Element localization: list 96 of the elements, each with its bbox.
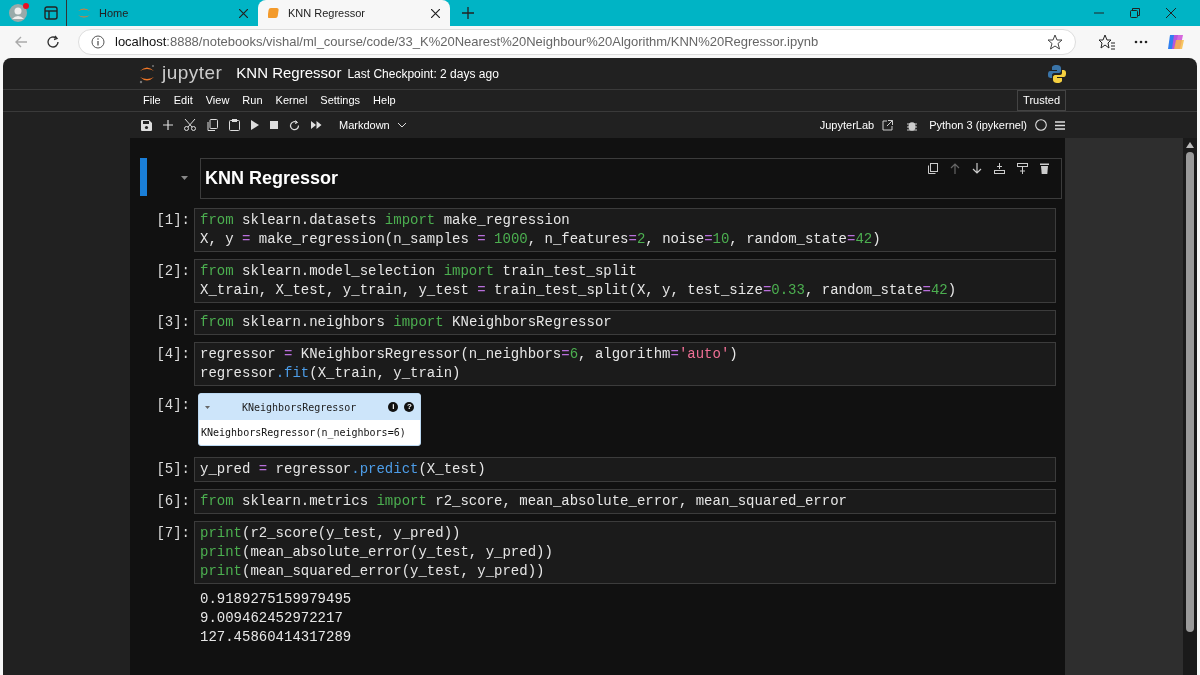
profile-icon[interactable] — [8, 2, 30, 24]
favorites-icon[interactable] — [1098, 34, 1116, 50]
run-icon[interactable] — [251, 120, 259, 130]
execution-count: [6]: — [155, 492, 191, 511]
menu-item[interactable]: Run — [242, 92, 263, 109]
more-icon[interactable] — [1134, 40, 1148, 44]
add-icon[interactable] — [163, 120, 173, 130]
jupyter-logo-icon[interactable] — [138, 62, 156, 85]
code-line: from sklearn.datasets import make_regression — [200, 211, 571, 230]
copy-icon[interactable] — [207, 119, 218, 131]
restart-icon[interactable] — [289, 119, 300, 131]
code-line: y_pred = regressor.predict(X_test) — [200, 460, 487, 479]
execution-count: [1]: — [155, 211, 191, 230]
url-text: localhost:8888/notebooks/vishal/ml_course/code/33_K%20Nearest%20Neighbour%20Algorithm/KNN%20Regressor.ipynb — [115, 33, 819, 52]
address-bar[interactable]: localhost:8888/notebooks/vishal/ml_course/code/33_K%20Nearest%20Neighbour%20Algorithm/KNN%20Regressor.ipynb — [78, 29, 1076, 55]
jupyterlab-link[interactable]: JupyterLab — [819, 116, 875, 134]
cell-type-dropdown[interactable]: Markdown — [339, 116, 406, 134]
paste-icon[interactable] — [229, 119, 240, 131]
markdown-cell[interactable]: KNN Regressor — [200, 158, 1062, 199]
move-down-icon[interactable] — [972, 163, 982, 174]
execution-count: [7]: — [155, 524, 191, 543]
external-link-icon[interactable] — [882, 119, 894, 131]
estimator-header[interactable]: KNeighborsRegressor i ? — [199, 394, 421, 420]
code-line: X_train, X_test, y_train, y_test = train_test_split(X, y, test_size=0.33, random_state=42) — [200, 281, 958, 300]
execution-count: [4]: — [155, 345, 191, 364]
move-up-icon[interactable] — [950, 163, 960, 174]
execution-count: [3]: — [155, 313, 191, 332]
menu-item[interactable]: Help — [373, 92, 396, 109]
reload-icon[interactable] — [46, 35, 60, 49]
code-input[interactable]: y_pred = regressor.predict(X_test) — [194, 457, 1056, 482]
execution-count: [4]: — [155, 396, 191, 415]
bug-icon[interactable] — [907, 119, 918, 131]
scrollbar-thumb[interactable] — [1186, 152, 1194, 632]
insert-below-icon[interactable] — [1017, 163, 1028, 174]
favorite-icon[interactable] — [1047, 34, 1063, 50]
new-tab-icon[interactable] — [462, 7, 474, 19]
output-line: 127.45860414317289 — [200, 628, 353, 647]
kernel-idle-icon — [1035, 119, 1047, 131]
tab-actions-icon[interactable] — [44, 6, 58, 20]
jupyter-logo-icon — [77, 6, 91, 20]
info-badge[interactable]: i — [388, 402, 399, 412]
notebook-title[interactable]: KNN Regressor — [236, 62, 342, 85]
close-tab-icon[interactable] — [239, 8, 248, 18]
menu-item[interactable]: View — [205, 92, 230, 109]
code-line: regressor.fit(X_train, y_train) — [200, 364, 462, 383]
tab-title: KNN Regressor — [288, 5, 366, 21]
assistant-icon[interactable] — [1166, 32, 1186, 52]
output-line: 0.9189275159979495 — [200, 590, 353, 609]
insert-above-icon[interactable] — [994, 163, 1005, 174]
fast-forward-icon[interactable] — [311, 121, 322, 129]
execution-count: [5]: — [155, 460, 191, 479]
info-icon — [91, 35, 105, 49]
scroll-up-icon[interactable] — [1186, 142, 1194, 148]
kernel-name[interactable]: Python 3 (ipykernel) — [929, 116, 1027, 134]
menu-item[interactable]: File — [143, 92, 161, 109]
code-line: print(mean_absolute_error(y_test, y_pred)) — [200, 543, 554, 562]
delete-icon[interactable] — [1040, 163, 1049, 174]
code-input[interactable]: from sklearn.model_selection import train_test_split X_train, X_test, y_train, y_test = train_test_split(X, y, test_size=0.33, random_state=42) — [194, 259, 1056, 303]
code-line: print(mean_squared_error(y_test, y_pred)) — [200, 562, 546, 581]
code-line: print(r2_score(y_test, y_pred)) — [200, 524, 462, 543]
checkpoint-text: Last Checkpoint: 2 days ago — [347, 65, 499, 83]
notebook-icon — [268, 7, 280, 19]
code-line: regressor = KNeighborsRegressor(n_neighbors=6, algorithm='auto') — [200, 345, 739, 364]
output-line: 9.009462452972217 — [200, 609, 344, 628]
estimator-name: KNeighborsRegressor — [242, 400, 357, 415]
close-icon[interactable] — [1166, 8, 1176, 18]
trusted-indicator[interactable]: Trusted — [1017, 90, 1066, 111]
cut-icon[interactable] — [184, 119, 196, 131]
code-line: from sklearn.metrics import r2_score, mean_absolute_error, mean_squared_error — [200, 492, 848, 511]
code-input[interactable]: print(r2_score(y_test, y_pred)) print(mean_absolute_error(y_test, y_pred)) print(mean_squared_error(y_test, y_pred)) — [194, 521, 1056, 584]
menu-item[interactable]: Edit — [173, 92, 193, 109]
menu-item[interactable]: Settings — [320, 92, 361, 109]
code-input[interactable]: from sklearn.metrics import r2_score, mean_absolute_error, mean_squared_error — [194, 489, 1056, 514]
collapse-caret-icon[interactable] — [181, 176, 188, 180]
code-line: from sklearn.model_selection import train_test_split — [200, 262, 638, 281]
code-input[interactable]: regressor = KNeighborsRegressor(n_neighbors=6, algorithm='auto') regressor.fit(X_train, y_train) — [194, 342, 1056, 386]
logo-text: jupyter — [162, 61, 223, 86]
cell-heading: KNN Regressor — [205, 167, 339, 190]
expand-caret-icon[interactable] — [205, 405, 210, 409]
code-line: X, y = make_regression(n_samples = 1000, n_features=2, noise=10, random_state=42) — [200, 230, 882, 249]
menu-item[interactable]: Kernel — [275, 92, 308, 109]
restore-icon[interactable] — [1130, 8, 1140, 18]
python-logo-icon — [1047, 63, 1067, 84]
menu-icon[interactable] — [1055, 120, 1065, 130]
close-tab-icon[interactable] — [431, 8, 440, 18]
chevron-down-icon — [397, 122, 406, 128]
execution-count: [2]: — [155, 262, 191, 281]
help-badge[interactable]: ? — [404, 402, 415, 412]
duplicate-icon[interactable] — [928, 163, 938, 174]
estimator-repr: KNeighborsRegressor(n_neighbors=6) — [200, 426, 407, 441]
code-input[interactable]: from sklearn.neighbors import KNeighborsRegressor — [194, 310, 1056, 335]
tab-title: Home — [99, 5, 129, 21]
code-input[interactable]: from sklearn.datasets import make_regression X, y = make_regression(n_samples = 1000, n_features=2, noise=10, random_state=42) — [194, 208, 1056, 252]
save-icon[interactable] — [141, 119, 152, 131]
code-line: from sklearn.neighbors import KNeighborsRegressor — [200, 313, 613, 332]
browser-tab[interactable]: KNN Regressor — [258, 0, 450, 26]
